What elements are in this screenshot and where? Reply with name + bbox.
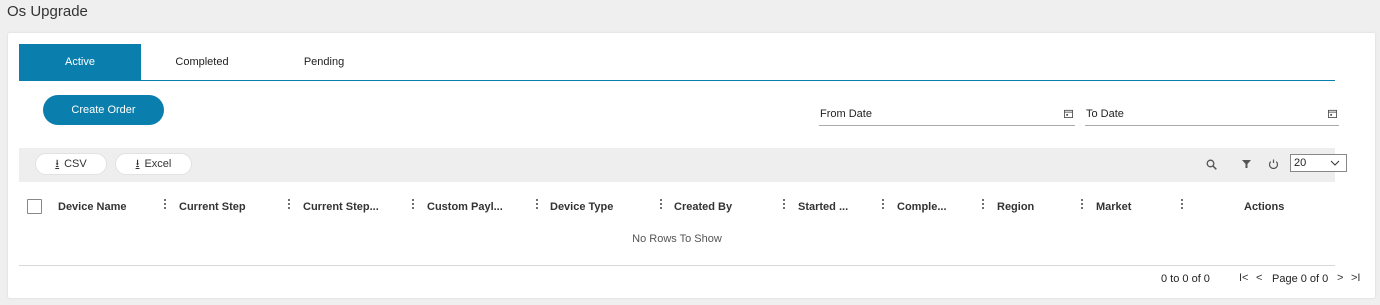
tab-pending[interactable]: Pending (263, 44, 385, 80)
tab-completed[interactable]: Completed (141, 44, 263, 80)
column-menu-icon[interactable] (534, 196, 540, 212)
download-icon: ⭳ (55, 157, 60, 170)
column-header-device-name[interactable]: Device Name (58, 185, 127, 229)
column-header-current-step[interactable]: Current Step (179, 185, 246, 229)
to-date-label: To Date (1086, 108, 1124, 120)
column-header-market[interactable]: Market (1096, 185, 1131, 229)
first-page-button[interactable]: I< (1239, 272, 1248, 284)
from-date-label: From Date (820, 108, 872, 120)
column-header-created-by[interactable]: Created By (674, 185, 732, 229)
create-order-button[interactable]: Create Order (43, 95, 164, 125)
os-upgrade-card: Active Completed Pending Create Order Fr… (8, 33, 1375, 298)
column-header-custom-payload[interactable]: Custom Payl... (427, 185, 503, 229)
excel-export-button[interactable]: ⭳ Excel (115, 153, 192, 175)
page-title: Os Upgrade (7, 3, 88, 20)
column-menu-icon[interactable] (658, 196, 664, 212)
column-header-completed[interactable]: Comple... (897, 185, 947, 229)
to-date-field[interactable]: To Date (1085, 105, 1339, 126)
previous-page-button[interactable]: < (1256, 272, 1262, 284)
column-menu-icon[interactable] (162, 196, 168, 212)
no-rows-message: No Rows To Show (632, 233, 722, 245)
page-size-value: 20 (1294, 157, 1307, 169)
page-size-select[interactable]: 20 (1290, 154, 1347, 172)
calendar-icon[interactable] (1328, 109, 1337, 118)
column-menu-icon[interactable] (880, 196, 886, 212)
column-header-current-step-2[interactable]: Current Step... (303, 185, 379, 229)
search-icon[interactable] (1205, 158, 1217, 170)
calendar-icon[interactable] (1064, 109, 1073, 118)
tab-active[interactable]: Active (19, 44, 141, 80)
next-page-button[interactable]: > (1337, 272, 1343, 284)
excel-label: Excel (144, 158, 172, 170)
page-indicator: Page 0 of 0 (1272, 273, 1329, 285)
column-header-region[interactable]: Region (997, 185, 1034, 229)
from-date-field[interactable]: From Date (819, 105, 1075, 126)
chevron-down-icon (1330, 160, 1340, 166)
column-header-started[interactable]: Started ... (798, 185, 848, 229)
refresh-icon[interactable] (1267, 158, 1279, 170)
download-icon: ⭳ (135, 157, 140, 170)
column-header-device-type[interactable]: Device Type (550, 185, 613, 229)
column-header-actions: Actions (1244, 201, 1285, 213)
column-menu-icon[interactable] (1179, 196, 1185, 212)
column-menu-icon[interactable] (410, 196, 416, 212)
grid-footer-divider (19, 265, 1335, 266)
column-menu-icon[interactable] (980, 196, 986, 212)
csv-export-button[interactable]: ⭳ CSV (35, 153, 107, 175)
grid-header: Device Name Current Step Current Step...… (19, 185, 1335, 229)
column-menu-icon[interactable] (286, 196, 292, 212)
column-menu-icon[interactable] (781, 196, 787, 212)
select-all-checkbox[interactable] (27, 199, 42, 214)
column-menu-icon[interactable] (1079, 196, 1085, 212)
pagination-summary: 0 to 0 of 0 (1161, 273, 1210, 285)
csv-label: CSV (64, 158, 87, 170)
grid-toolbar: ⭳ CSV ⭳ Excel 20 (19, 148, 1347, 182)
tab-bar: Active Completed Pending (19, 44, 1335, 81)
filter-icon[interactable] (1240, 158, 1252, 170)
last-page-button[interactable]: >I (1351, 272, 1360, 284)
